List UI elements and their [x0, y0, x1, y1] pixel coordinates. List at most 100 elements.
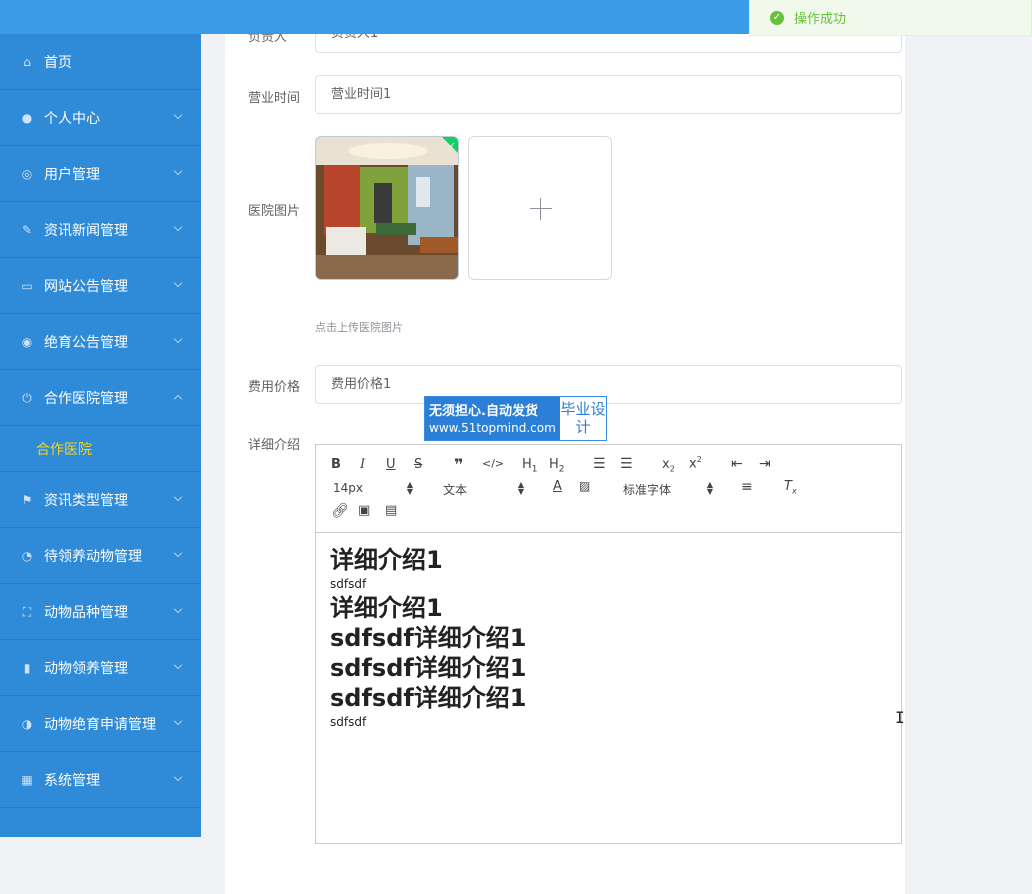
chevron-down-icon — [173, 166, 183, 176]
ordered-list-icon[interactable]: ☰ — [593, 456, 606, 472]
heading1-icon[interactable]: H1 — [522, 457, 538, 475]
sidebar-item-0[interactable]: ⌂ 首页 — [0, 34, 201, 90]
sidebar-item-label: 个人中心 — [44, 110, 100, 127]
sidebar-item-4[interactable]: ▭ 网站公告管理 — [0, 258, 201, 314]
indent-icon[interactable]: ⇥ — [759, 456, 771, 472]
user-icon: ● — [21, 110, 33, 125]
editor-heading: sdfsdf详细介绍1 — [330, 624, 527, 652]
success-toast: ✓ 操作成功 — [749, 0, 1032, 36]
svg-text:✓: ✓ — [449, 141, 456, 150]
code-block-icon[interactable]: </> — [482, 457, 504, 470]
sidebar-item-6[interactable]: ⏻ 合作医院管理 — [0, 370, 201, 426]
link-icon[interactable]: 🔗︎ — [331, 503, 349, 519]
sidebar-item-label: 资讯类型管理 — [44, 492, 128, 509]
sidebar-item-label: 合作医院管理 — [44, 390, 128, 407]
underline-icon[interactable]: U — [386, 457, 396, 472]
grid-icon: ▦ — [21, 772, 33, 787]
sidebar-item-10[interactable]: ▮ 动物领养管理 — [0, 640, 201, 696]
plus-icon — [530, 208, 552, 209]
align-icon[interactable]: ≡ — [741, 479, 753, 495]
business-hours-input[interactable]: 营业时间1 — [315, 75, 902, 114]
font-color-icon[interactable]: A — [553, 479, 562, 494]
sidebar-item-label: 网站公告管理 — [44, 278, 128, 295]
sidebar-item-label: 动物领养管理 — [44, 660, 128, 677]
hospital-photo: ✓ — [316, 137, 458, 279]
superscript-icon[interactable]: x2 — [689, 455, 702, 471]
sidebar-item-label: 用户管理 — [44, 166, 100, 183]
chevron-down-icon — [173, 660, 183, 670]
select-arrows-icon: ▲ ▼ — [706, 480, 713, 496]
sidebar-item-9[interactable]: ⛶ 动物品种管理 — [0, 584, 201, 640]
power-icon: ⏻ — [22, 390, 32, 405]
watermark-right: 毕业设计 — [560, 400, 606, 436]
sidebar-item-2[interactable]: ◎ 用户管理 — [0, 146, 201, 202]
monitor-icon: ▭ — [21, 278, 33, 293]
text-cursor-icon: I — [895, 708, 905, 727]
clear-format-icon[interactable]: Tx — [784, 479, 797, 496]
chevron-up-icon — [173, 394, 183, 404]
watermark-badge: 无须担心.自动发货 www.51topmind.com 毕业设计 — [424, 396, 607, 441]
blockquote-icon[interactable]: ❞ — [454, 455, 463, 474]
subscript-icon[interactable]: x2 — [662, 457, 675, 474]
sidebar-item-8[interactable]: ◔ 待领养动物管理 — [0, 528, 201, 584]
font-family-select[interactable]: 标准字体 ▲ ▼ — [623, 481, 713, 498]
video-icon[interactable]: ▤ — [385, 503, 397, 518]
sidebar-item-3[interactable]: ✎ 资讯新闻管理 — [0, 202, 201, 258]
plus-icon-stroke — [540, 198, 541, 220]
sidebar-item-label: 动物绝育申请管理 — [44, 716, 156, 733]
price-input[interactable]: 费用价格1 — [315, 365, 902, 404]
editor-content[interactable]: 详细介绍1 sdfsdf 详细介绍1 sdfsdf详细介绍1 sdfsdf详细介绍1 sd… — [316, 533, 901, 743]
heading2-icon[interactable]: H2 — [549, 457, 565, 475]
toast-message: 操作成功 — [794, 12, 847, 27]
select-arrows-icon: ▲ ▼ — [517, 480, 524, 496]
italic-icon[interactable]: I — [360, 457, 365, 472]
chevron-down-icon — [173, 334, 183, 344]
block-type-value: 文本 — [443, 483, 468, 497]
sidebar-item-label: 动物品种管理 — [44, 604, 128, 621]
price-label: 费用价格 — [248, 380, 301, 395]
watermark-line2: www.51topmind.com — [429, 421, 556, 435]
speedometer-icon: ◔ — [21, 548, 33, 563]
chevron-down-icon — [173, 716, 183, 726]
chevron-down-icon — [173, 222, 183, 232]
image-icon[interactable]: ▣ — [358, 503, 370, 518]
image-upload-button[interactable] — [468, 136, 612, 280]
compass-icon: ◎ — [21, 166, 33, 181]
sidebar-subitem-hospital[interactable]: 合作医院 — [0, 426, 201, 472]
rich-text-editor[interactable]: B I U S ❞ </> H1 H2 ☰ ☰ x2 x2 ⇤ ⇥ 14px ▲… — [315, 444, 902, 844]
location-icon: ◉ — [21, 334, 33, 349]
font-size-value: 14px — [333, 481, 363, 495]
pen-icon: ✎ — [21, 222, 33, 237]
editor-heading: sdfsdf详细介绍1 — [330, 654, 527, 682]
chevron-down-icon — [173, 772, 183, 782]
sidebar-item-label: 资讯新闻管理 — [44, 222, 128, 239]
outdent-icon[interactable]: ⇤ — [731, 456, 743, 472]
hospital-image-thumbnail[interactable]: ✓ — [315, 136, 459, 280]
hospital-image-label: 医院图片 — [248, 204, 301, 219]
bullet-list-icon[interactable]: ☰ — [620, 456, 633, 472]
sidebar: ⌂ 首页 ● 个人中心 ◎ 用户管理 ✎ 资讯新闻管理 ▭ 网站公告管理 ◉ 绝育公告管理 ⏻ 合作医院管… — [0, 34, 201, 837]
block-type-select[interactable]: 文本 ▲ ▼ — [443, 481, 524, 498]
select-arrows-icon: ▲ ▼ — [406, 480, 413, 496]
home-icon: ⌂ — [23, 54, 31, 69]
font-size-select[interactable]: 14px ▲ ▼ — [333, 480, 413, 496]
detail-label: 详细介绍 — [248, 438, 301, 453]
sidebar-item-5[interactable]: ◉ 绝育公告管理 — [0, 314, 201, 370]
chevron-down-icon — [173, 548, 183, 558]
editor-heading: sdfsdf详细介绍1 — [330, 684, 527, 712]
chevron-down-icon — [173, 110, 183, 120]
bold-icon[interactable]: B — [331, 457, 341, 472]
sidebar-item-label: 绝育公告管理 — [44, 334, 128, 351]
watermark-left: 无须担心.自动发货 www.51topmind.com — [425, 397, 560, 440]
fullscreen-icon: ⛶ — [22, 604, 32, 619]
sidebar-item-11[interactable]: ◑ 动物绝育申请管理 — [0, 696, 201, 752]
sidebar-item-12[interactable]: ▦ 系统管理 — [0, 752, 201, 808]
dashboard-icon: ◑ — [21, 716, 33, 731]
background-color-icon[interactable]: ▨ — [579, 479, 590, 493]
sidebar-item-1[interactable]: ● 个人中心 — [0, 90, 201, 146]
flag-icon: ⚑ — [21, 492, 33, 507]
editor-paragraph: sdfsdf — [330, 715, 367, 729]
chevron-down-icon — [173, 278, 183, 288]
strikethrough-icon[interactable]: S — [414, 457, 422, 472]
sidebar-item-7[interactable]: ⚑ 资讯类型管理 — [0, 472, 201, 528]
